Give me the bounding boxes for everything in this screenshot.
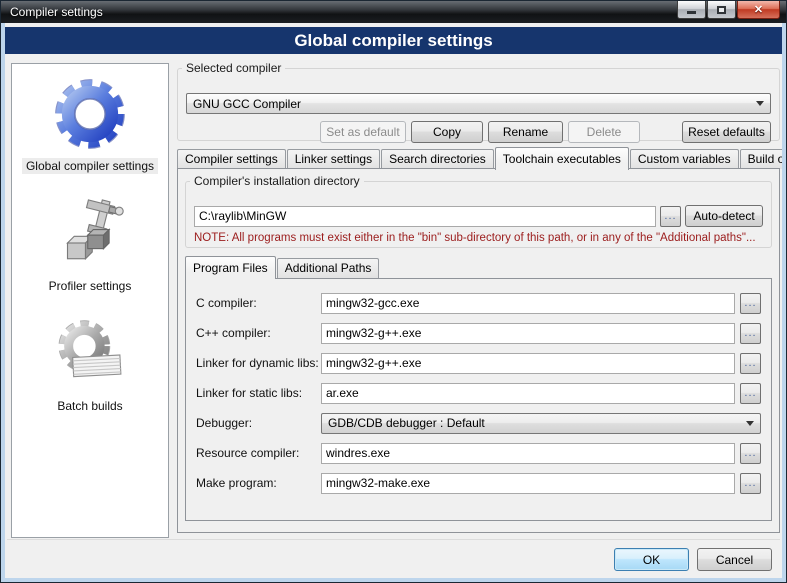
linker-static-browse-button[interactable]: ... (740, 383, 761, 404)
sidebar-item-label: Global compiler settings (22, 158, 158, 174)
settings-content: Selected compiler GNU GCC Compiler Set a… (177, 61, 780, 539)
field-row-c-compiler: C compiler: ... (196, 292, 761, 314)
titlebar[interactable]: Compiler settings ✕ (1, 1, 786, 23)
subtab-additional-paths[interactable]: Additional Paths (277, 258, 380, 278)
tab-compiler-settings[interactable]: Compiler settings (177, 149, 286, 169)
cpp-compiler-input[interactable] (321, 323, 735, 344)
field-label: Make program: (196, 476, 321, 490)
window-frame-bottom (1, 578, 786, 582)
program-files-area: Program Files Additional Paths C compile… (185, 256, 772, 521)
sidebar-item-global-compiler-settings[interactable]: Global compiler settings (12, 78, 168, 174)
debugger-select-value: GDB/CDB debugger : Default (328, 416, 485, 430)
footer-divider (7, 539, 780, 540)
sidebar-item-label: Profiler settings (45, 278, 136, 294)
delete-button[interactable]: Delete (568, 121, 640, 143)
linker-dynamic-browse-button[interactable]: ... (740, 353, 761, 374)
minimize-button[interactable] (677, 1, 706, 19)
chevron-down-icon (746, 421, 754, 426)
installation-note: NOTE: All programs must exist either in … (194, 232, 767, 244)
field-label: Linker for dynamic libs: (196, 356, 321, 370)
program-files-panel: C compiler: ... C++ compiler: ... (185, 278, 772, 521)
tab-toolchain-executables[interactable]: Toolchain executables (495, 147, 629, 170)
rename-button[interactable]: Rename (488, 121, 563, 143)
minimize-icon (687, 11, 696, 14)
toolchain-executables-page: Compiler's installation directory ... Au… (177, 168, 780, 533)
linker-dynamic-input[interactable] (321, 353, 735, 374)
installation-directory-browse-button[interactable]: ... (660, 206, 681, 227)
maximize-button[interactable] (707, 1, 736, 19)
resource-compiler-input[interactable] (321, 443, 735, 464)
blue-gear-icon (54, 78, 126, 150)
auto-detect-button[interactable]: Auto-detect (685, 205, 763, 227)
make-program-browse-button[interactable]: ... (740, 473, 761, 494)
c-compiler-browse-button[interactable]: ... (740, 293, 761, 314)
field-label: Debugger: (196, 416, 321, 430)
copy-button[interactable]: Copy (411, 121, 483, 143)
page-title: Global compiler settings (1, 27, 786, 54)
sidebar-item-profiler-settings[interactable]: Profiler settings (12, 198, 168, 294)
ok-button[interactable]: OK (614, 548, 689, 571)
gray-gear-stack-icon (54, 318, 126, 390)
sidebar-item-label: Batch builds (53, 398, 126, 414)
sidebar-item-batch-builds[interactable]: Batch builds (12, 318, 168, 414)
compiler-select[interactable]: GNU GCC Compiler (186, 93, 771, 114)
chevron-down-icon (756, 101, 764, 106)
cpp-compiler-browse-button[interactable]: ... (740, 323, 761, 344)
tab-build-options[interactable]: Build options (740, 149, 787, 169)
caliper-cubes-icon (54, 198, 126, 270)
installation-directory-input[interactable] (194, 206, 656, 227)
field-label: C++ compiler: (196, 326, 321, 340)
selected-compiler-group: Selected compiler GNU GCC Compiler Set a… (177, 61, 780, 141)
linker-static-input[interactable] (321, 383, 735, 404)
field-label: Resource compiler: (196, 446, 321, 460)
c-compiler-input[interactable] (321, 293, 735, 314)
tab-search-directories[interactable]: Search directories (381, 149, 494, 169)
window-frame-left (1, 23, 5, 582)
tab-custom-variables[interactable]: Custom variables (630, 149, 739, 169)
field-row-linker-dynamic: Linker for dynamic libs: ... (196, 352, 761, 374)
tab-linker-settings[interactable]: Linker settings (287, 149, 380, 169)
close-button[interactable]: ✕ (737, 1, 780, 19)
resource-compiler-browse-button[interactable]: ... (740, 443, 761, 464)
selected-compiler-legend: Selected compiler (182, 61, 285, 75)
close-icon: ✕ (754, 3, 763, 16)
compiler-select-value: GNU GCC Compiler (193, 97, 301, 111)
field-row-linker-static: Linker for static libs: ... (196, 382, 761, 404)
settings-category-sidebar: Global compiler settings Profiler settin… (11, 63, 169, 538)
subtab-program-files[interactable]: Program Files (185, 256, 276, 279)
field-label: C compiler: (196, 296, 321, 310)
settings-tabstrip: Compiler settings Linker settings Search… (177, 146, 780, 169)
installation-directory-group: Compiler's installation directory ... Au… (185, 174, 772, 248)
compiler-settings-dialog: Compiler settings ✕ Global compiler sett… (0, 0, 787, 583)
make-program-input[interactable] (321, 473, 735, 494)
cancel-button[interactable]: Cancel (697, 548, 772, 571)
field-row-cpp-compiler: C++ compiler: ... (196, 322, 761, 344)
reset-defaults-button[interactable]: Reset defaults (682, 121, 771, 143)
set-as-default-button[interactable]: Set as default (320, 121, 406, 143)
program-files-tabstrip: Program Files Additional Paths (185, 256, 772, 278)
maximize-icon (717, 6, 726, 14)
installation-directory-legend: Compiler's installation directory (190, 174, 364, 188)
window-frame-right (782, 23, 786, 582)
field-row-make-program: Make program: ... (196, 472, 761, 494)
field-row-debugger: Debugger: GDB/CDB debugger : Default (196, 412, 761, 434)
debugger-select[interactable]: GDB/CDB debugger : Default (321, 413, 761, 434)
field-row-resource-compiler: Resource compiler: ... (196, 442, 761, 464)
window-title: Compiler settings (10, 5, 677, 19)
field-label: Linker for static libs: (196, 386, 321, 400)
